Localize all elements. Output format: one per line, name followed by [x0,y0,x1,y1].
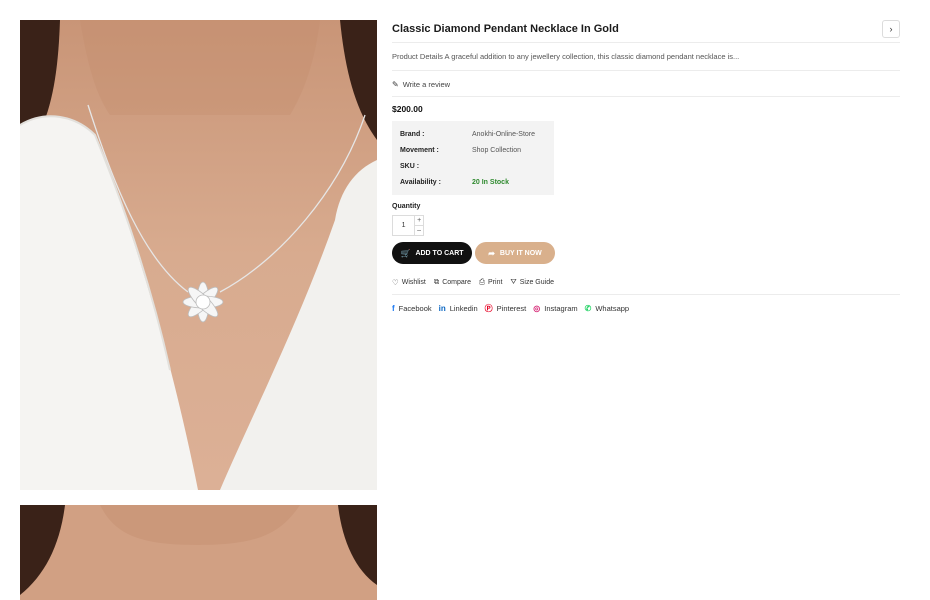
linkedin-label: Linkedin [449,303,478,313]
size-guide-link[interactable]: ⛛ Size Guide [510,277,554,287]
spec-row-movement: Movement : Shop Collection [400,142,546,158]
wishlist-link[interactable]: ♡ Wishlist [392,278,426,287]
add-to-cart-button[interactable]: 🛒 ADD TO CART [392,242,472,264]
pinterest-label: Pinterest [496,303,527,313]
quantity-increase-button[interactable]: + [415,216,423,225]
printer-icon: ⎙ [479,277,486,286]
spec-row-brand: Brand : Anokhi-Online-Store [400,126,546,142]
share-instagram[interactable]: ◎ Instagram [533,304,577,313]
wishlist-label: Wishlist [401,278,426,286]
quantity-buttons: + – [414,216,423,235]
whatsapp-label: Whatsapp [595,303,630,313]
whatsapp-icon: ✆ [584,303,592,313]
stock-status: 20 In Stock [472,178,509,186]
compare-label: Compare [442,278,472,286]
divider [392,70,900,71]
pinterest-icon: Ⓟ [484,303,493,313]
facebook-label: Facebook [398,303,432,313]
buy-now-label: BUY IT NOW [499,249,542,257]
share-facebook[interactable]: f Facebook [392,304,432,313]
purchase-actions: 🛒 ADD TO CART ➦ BUY IT NOW [392,242,900,264]
compare-link[interactable]: ⧉ Compare [434,277,471,287]
ruler-icon: ⛛ [510,277,517,286]
size-guide-label: Size Guide [519,278,554,286]
product-description: Product Details A graceful addition to a… [392,52,740,61]
facebook-icon: f [392,303,395,313]
spec-key: SKU : [400,162,420,170]
quantity-decrease-button[interactable]: – [415,225,423,235]
spec-key: Availability : [400,178,441,186]
spec-row-sku: SKU : [400,158,546,174]
heart-icon: ♡ [392,277,399,287]
write-review-link[interactable]: ✎ Write a review [392,79,900,89]
next-product-button[interactable]: › [882,20,900,38]
product-price: $200.00 [392,104,423,114]
necklace-photo-2 [20,505,377,600]
buy-now-button[interactable]: ➦ BUY IT NOW [475,242,555,264]
divider [392,96,900,97]
product-gallery [20,20,377,600]
quantity-input[interactable]: 1 [393,216,414,235]
chevron-right-icon: › [889,24,893,34]
write-review-label: Write a review [402,79,451,89]
divider [392,294,900,295]
product-image-thumb[interactable] [20,505,377,600]
add-to-cart-label: ADD TO CART [415,249,464,257]
linkedin-icon: in [438,303,446,313]
spec-row-availability: Availability : 20 In Stock [400,174,546,190]
print-label: Print [488,278,503,286]
necklace-photo [20,20,377,490]
spec-table: Brand : Anokhi-Online-Store Movement : S… [392,121,554,195]
share-linkedin[interactable]: in Linkedin [439,304,478,313]
quantity-stepper: 1 + – [392,215,424,236]
share-pinterest[interactable]: Ⓟ Pinterest [485,303,527,314]
product-image-main[interactable] [20,20,377,490]
divider [392,42,900,43]
spec-key: Movement : [400,146,439,154]
compare-icon: ⧉ [433,277,440,286]
instagram-icon: ◎ [533,303,541,313]
print-link[interactable]: ⎙ Print [479,277,502,287]
share-arrow-icon: ➦ [488,248,495,258]
spec-value-movement: Shop Collection [472,146,522,154]
title-row: Classic Diamond Pendant Necklace In Gold… [392,18,900,40]
cart-icon: 🛒 [400,248,411,258]
product-title: Classic Diamond Pendant Necklace In Gold [392,23,619,35]
product-links: ♡ Wishlist ⧉ Compare ⎙ Print ⛛ Size Guid… [392,276,900,288]
social-share: f Facebook in Linkedin Ⓟ Pinterest ◎ Ins… [392,302,900,314]
instagram-label: Instagram [544,303,578,313]
share-whatsapp[interactable]: ✆ Whatsapp [585,304,629,313]
quantity-label: Quantity [392,203,421,210]
spec-key: Brand : [400,130,425,138]
pencil-icon: ✎ [392,79,399,89]
product-details: Classic Diamond Pendant Necklace In Gold… [392,18,900,314]
spec-value-brand: Anokhi-Online-Store [472,130,536,138]
